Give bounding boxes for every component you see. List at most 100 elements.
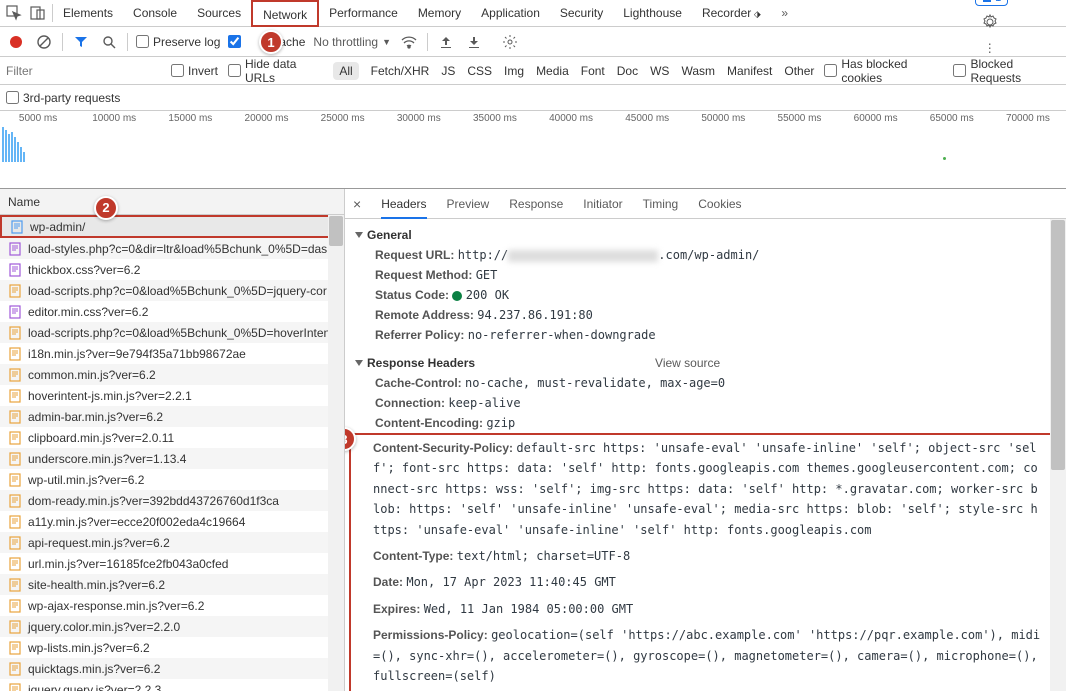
request-row[interactable]: jquery.query.js?ver=2.2.3 <box>0 679 344 691</box>
detail-tab-cookies[interactable]: Cookies <box>698 197 741 211</box>
throttling-select[interactable]: No throttling ▼ <box>313 35 391 49</box>
filter-type-wasm[interactable]: Wasm <box>681 64 715 78</box>
request-row[interactable]: clipboard.min.js?ver=2.0.11 <box>0 427 344 448</box>
preserve-log-checkbox[interactable]: Preserve log <box>136 35 220 49</box>
request-name: dom-ready.min.js?ver=392bdd43726760d1f3c… <box>28 494 279 508</box>
record-button[interactable] <box>6 32 26 52</box>
hide-data-urls-checkbox[interactable]: Hide data URLs <box>228 57 323 85</box>
scrollbar[interactable] <box>1050 219 1066 691</box>
highlighted-headers-box: Content-Security-Policy: default-src htt… <box>349 433 1056 691</box>
filter-type-font[interactable]: Font <box>581 64 605 78</box>
filter-type-js[interactable]: JS <box>441 64 455 78</box>
request-row[interactable]: underscore.min.js?ver=1.13.4 <box>0 448 344 469</box>
request-name: load-styles.php?c=0&dir=ltr&load%5Bchunk… <box>28 242 327 256</box>
device-icon[interactable] <box>28 3 48 23</box>
tab-elements[interactable]: Elements <box>53 0 123 27</box>
tab-application[interactable]: Application <box>471 0 550 27</box>
request-row[interactable]: url.min.js?ver=16185fce2fb043a0cfed <box>0 553 344 574</box>
inspect-icon[interactable] <box>4 3 24 23</box>
filter-type-manifest[interactable]: Manifest <box>727 64 772 78</box>
filter-type-ws[interactable]: WS <box>650 64 669 78</box>
more-tabs-icon[interactable]: » <box>775 3 795 23</box>
file-icon <box>8 641 22 655</box>
request-list: wp-admin/load-styles.php?c=0&dir=ltr&loa… <box>0 215 344 691</box>
tab-security[interactable]: Security <box>550 0 613 27</box>
settings-gear-icon[interactable] <box>500 32 520 52</box>
filter-type-fetch-xhr[interactable]: Fetch/XHR <box>371 64 430 78</box>
third-party-checkbox[interactable]: 3rd-party requests <box>6 91 120 105</box>
tab-performance[interactable]: Performance <box>319 0 408 27</box>
request-name: wp-admin/ <box>30 220 85 234</box>
request-name: jquery.color.min.js?ver=2.2.0 <box>28 620 180 634</box>
request-row[interactable]: dom-ready.min.js?ver=392bdd43726760d1f3c… <box>0 490 344 511</box>
tab-console[interactable]: Console <box>123 0 187 27</box>
clear-icon[interactable] <box>34 32 54 52</box>
request-row[interactable]: common.min.js?ver=6.2 <box>0 364 344 385</box>
request-row[interactable]: load-scripts.php?c=0&load%5Bchunk_0%5D=j… <box>0 280 344 301</box>
request-row[interactable]: i18n.min.js?ver=9e794f35a71bb98672ae <box>0 343 344 364</box>
general-section-title[interactable]: General <box>355 228 1056 242</box>
tab-memory[interactable]: Memory <box>408 0 471 27</box>
annotation-1: 1 <box>259 30 283 54</box>
file-icon <box>8 284 22 298</box>
download-icon[interactable] <box>464 32 484 52</box>
tab-recorder[interactable]: Recorder ⬗ <box>692 0 771 27</box>
close-icon[interactable]: × <box>353 196 361 212</box>
devtools-top-bar: ElementsConsoleSourcesNetworkPerformance… <box>0 0 1066 27</box>
search-icon[interactable] <box>99 32 119 52</box>
name-column-header[interactable]: Name 2 <box>0 189 344 215</box>
blocked-cookies-checkbox[interactable]: Has blocked cookies <box>824 57 943 85</box>
filter-icon[interactable] <box>71 32 91 52</box>
request-row[interactable]: site-health.min.js?ver=6.2 <box>0 574 344 595</box>
wifi-icon[interactable] <box>399 32 419 52</box>
request-name: hoverintent-js.min.js?ver=2.2.1 <box>28 389 192 403</box>
referrer-policy: Referrer Policy: no-referrer-when-downgr… <box>345 325 1066 345</box>
request-row[interactable]: editor.min.css?ver=6.2 <box>0 301 344 322</box>
request-row[interactable]: wp-admin/ <box>0 215 344 238</box>
filter-bar: Invert Hide data URLs All Fetch/XHR JS CSS I… <box>0 57 1066 85</box>
timeline-overview[interactable]: 5000 ms10000 ms15000 ms20000 ms25000 ms3… <box>0 111 1066 189</box>
filter-type-other[interactable]: Other <box>784 64 814 78</box>
filter-input[interactable] <box>6 64 161 78</box>
request-row[interactable]: jquery.color.min.js?ver=2.2.0 <box>0 616 344 637</box>
blocked-requests-checkbox[interactable]: Blocked Requests <box>953 57 1060 85</box>
file-icon <box>8 326 22 340</box>
request-row[interactable]: wp-ajax-response.min.js?ver=6.2 <box>0 595 344 616</box>
view-source-link[interactable]: View source <box>655 356 720 370</box>
response-headers-title[interactable]: Response Headers <box>355 356 475 370</box>
request-row[interactable]: thickbox.css?ver=6.2 <box>0 259 344 280</box>
filter-type-doc[interactable]: Doc <box>617 64 638 78</box>
issues-badge[interactable]: 1 <box>975 0 1008 6</box>
request-row[interactable]: load-styles.php?c=0&dir=ltr&load%5Bchunk… <box>0 238 344 259</box>
tab-network[interactable]: Network <box>251 0 319 27</box>
timeline-tick: 35000 ms <box>457 113 533 124</box>
detail-tab-headers[interactable]: Headers <box>381 197 426 219</box>
upload-icon[interactable] <box>436 32 456 52</box>
request-row[interactable]: api-request.min.js?ver=6.2 <box>0 532 344 553</box>
filter-type-all[interactable]: All <box>333 62 358 80</box>
request-row[interactable]: admin-bar.min.js?ver=6.2 <box>0 406 344 427</box>
detail-tab-response[interactable]: Response <box>509 197 563 211</box>
request-row[interactable]: a11y.min.js?ver=ecce20f002eda4c19664 <box>0 511 344 532</box>
timeline-tick: 60000 ms <box>838 113 914 124</box>
request-row[interactable]: wp-lists.min.js?ver=6.2 <box>0 637 344 658</box>
detail-tab-timing[interactable]: Timing <box>643 197 679 211</box>
tab-lighthouse[interactable]: Lighthouse <box>613 0 692 27</box>
timeline-tick: 40000 ms <box>533 113 609 124</box>
filter-type-css[interactable]: CSS <box>467 64 492 78</box>
filter-type-media[interactable]: Media <box>536 64 569 78</box>
request-row[interactable]: hoverintent-js.min.js?ver=2.2.1 <box>0 385 344 406</box>
annotation-2: 2 <box>94 196 118 220</box>
scrollbar[interactable] <box>328 215 344 691</box>
detail-tab-initiator[interactable]: Initiator <box>583 197 622 211</box>
tab-sources[interactable]: Sources <box>187 0 251 27</box>
file-icon <box>8 452 22 466</box>
request-row[interactable]: quicktags.min.js?ver=6.2 <box>0 658 344 679</box>
invert-checkbox[interactable]: Invert <box>171 64 218 78</box>
file-icon <box>8 431 22 445</box>
main-split: Name 2 wp-admin/load-styles.php?c=0&dir=… <box>0 189 1066 691</box>
filter-type-img[interactable]: Img <box>504 64 524 78</box>
request-row[interactable]: wp-util.min.js?ver=6.2 <box>0 469 344 490</box>
detail-tab-preview[interactable]: Preview <box>447 197 490 211</box>
request-row[interactable]: load-scripts.php?c=0&load%5Bchunk_0%5D=h… <box>0 322 344 343</box>
